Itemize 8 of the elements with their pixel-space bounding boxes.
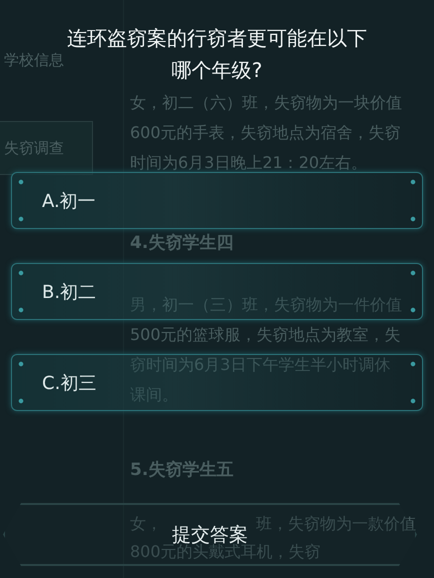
text-line: 500元的篮球服，失窃地点为教室，失 <box>130 324 401 346</box>
section-heading: 5.失窃学生五 <box>130 459 234 482</box>
section-heading: 4.失窃学生四 <box>130 232 234 255</box>
text-line: 时间为6月3日晚上21：20左右。 <box>130 152 368 174</box>
text-line: 600元的手表，失窃地点为宿舍，失窃 <box>130 122 401 144</box>
question-text: 连环盗窃案的行窃者更可能在以下哪个年级? <box>66 25 368 84</box>
text-line: 女，初二（六）班，失窃物为一块价值 <box>130 92 402 114</box>
answer-option[interactable]: A.初一 <box>11 172 423 229</box>
